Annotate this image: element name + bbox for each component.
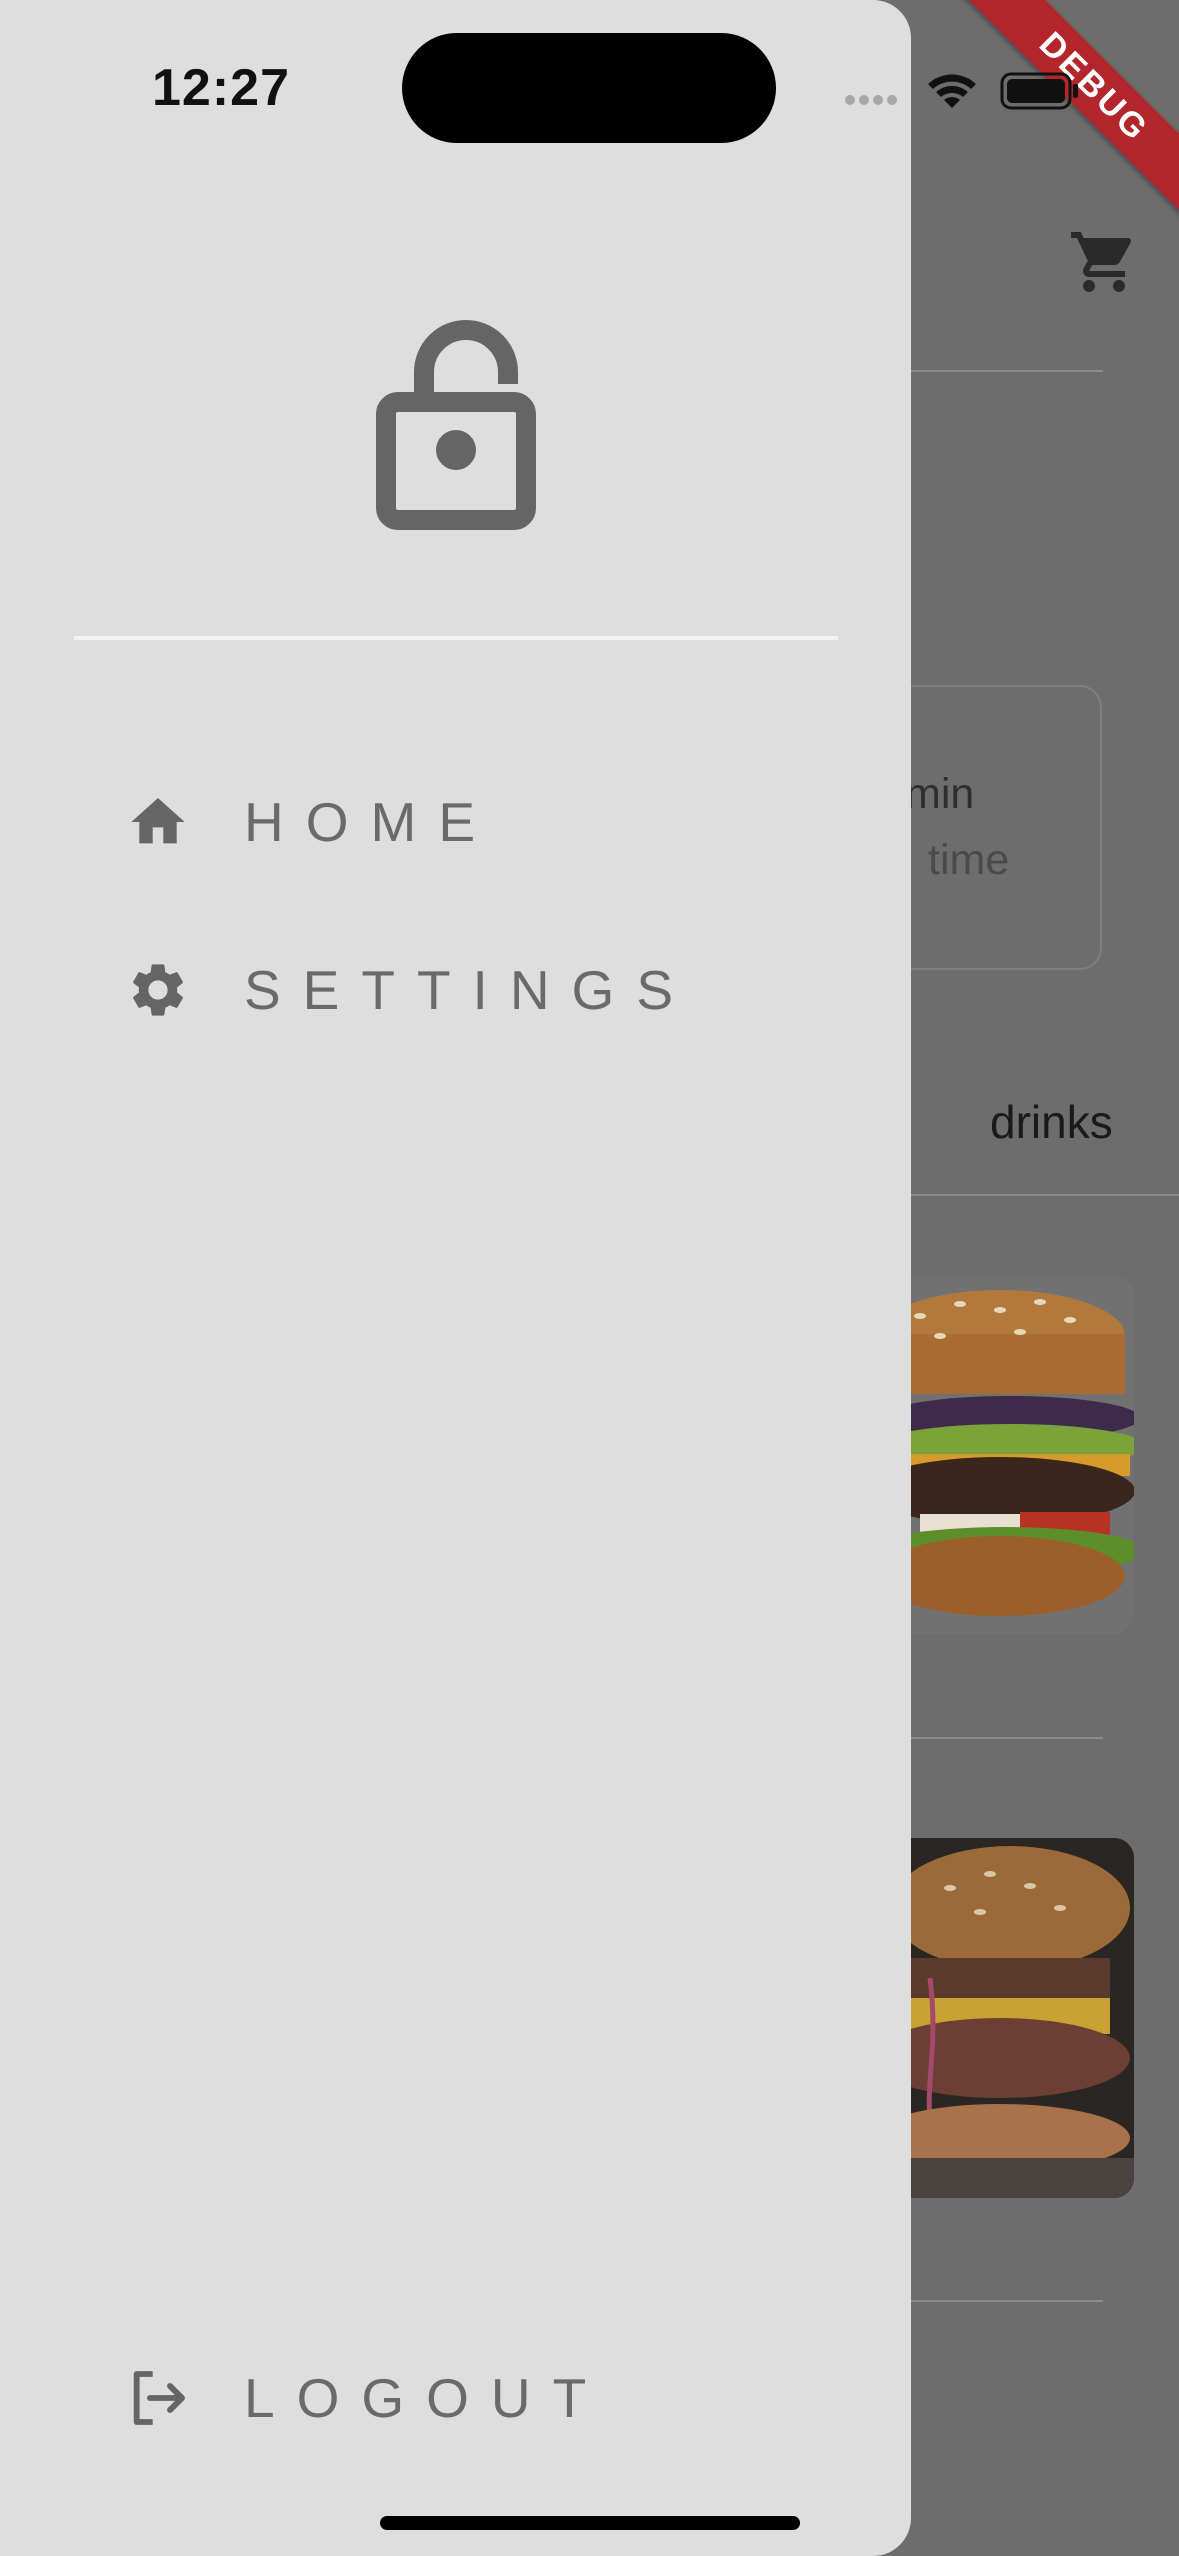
home-icon (126, 790, 190, 854)
category-tab-drinks[interactable]: drinks (990, 1095, 1113, 1149)
drawer-item-logout[interactable]: LOGOUT (126, 2358, 608, 2438)
bg-divider-top (911, 370, 1103, 372)
cart-icon[interactable] (1068, 226, 1140, 298)
drawer-item-settings[interactable]: SETTINGS (126, 950, 695, 1030)
drawer-item-home-label: HOME (244, 791, 497, 853)
bg-divider-mid (911, 1737, 1103, 1739)
drawer-item-home[interactable]: HOME (126, 782, 497, 862)
drawer-divider (74, 636, 838, 640)
bg-divider-tabs (911, 1194, 1179, 1196)
bg-divider-bottom (911, 2300, 1103, 2302)
drawer-item-logout-label: LOGOUT (244, 2367, 609, 2429)
wifi-icon (928, 74, 976, 108)
battery-icon (1000, 72, 1078, 110)
drawer-item-settings-label: SETTINGS (244, 959, 696, 1021)
logout-icon (126, 2366, 190, 2430)
dynamic-island (402, 33, 776, 143)
delivery-time-value: min (905, 770, 975, 818)
gear-icon (126, 958, 190, 1022)
status-time: 12:27 (152, 59, 290, 117)
home-indicator[interactable] (380, 2516, 800, 2530)
delivery-time-card (880, 685, 1102, 970)
lock-open-icon (376, 320, 536, 530)
status-icons (845, 72, 1078, 110)
delivery-time-caption: time (928, 836, 1010, 884)
navigation-drawer: 12:27 HOME SETTINGS LOGOUT (0, 0, 911, 2556)
